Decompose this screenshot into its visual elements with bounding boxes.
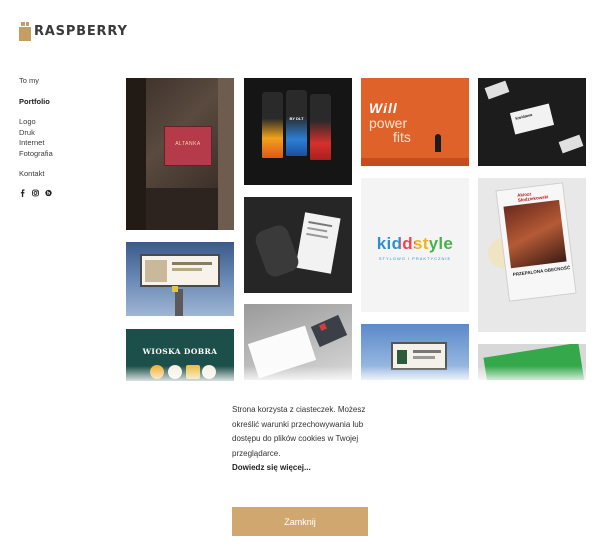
portfolio-tile-power-fits[interactable]: Will power fits [361, 78, 469, 166]
kiddstyle-tagline: STYLOWO I PRAKTYCZNIE [378, 256, 452, 261]
wioska-dobra-title: WIOSKA DOBRA [142, 347, 218, 356]
cookie-message: Strona korzysta z ciasteczek. Możesz okr… [232, 405, 366, 458]
shop-sign-text: ALTANKA [175, 141, 201, 147]
letterhead-card [295, 212, 341, 274]
nav-item-druk[interactable]: Druk [19, 128, 109, 139]
nav-item-fotografia[interactable]: Fotografia [19, 149, 109, 160]
nav-item-logo[interactable]: Logo [19, 117, 109, 128]
behance-icon[interactable]: b [45, 189, 52, 197]
power-fits-line-2: fits [393, 129, 411, 145]
power-fits-text: power fits [369, 116, 411, 144]
sidebar-nav: To my Portfolio Logo Druk Internet Fotog… [19, 76, 109, 197]
facebook-icon[interactable] [19, 188, 26, 197]
business-card-text: Kwidawa [514, 111, 533, 121]
portfolio-tile-stationery[interactable] [244, 197, 352, 293]
brand-name: RASPBERRY [34, 24, 128, 39]
kiddstyle-logo-text: kiddstyle [376, 234, 454, 253]
portfolio-tile-book-cover[interactable]: Akiozz Słodziekowski PRZEPALONA OBECNOŚĆ [478, 178, 586, 332]
coffee-bag: BY DLT [286, 90, 307, 156]
cookie-more-link[interactable]: Dowiedz się więcej... [232, 461, 382, 476]
brand-logo[interactable]: RASPBERRY [19, 22, 128, 41]
nav-item-internet[interactable]: Internet [19, 138, 109, 149]
portfolio-tile-billboard[interactable] [126, 242, 234, 316]
kiddstyle-logo: kiddstyle [361, 234, 469, 254]
book-cover: Akiozz Słodziekowski PRZEPALONA OBECNOŚĆ [495, 182, 577, 302]
portfolio-tile-kiddstyle[interactable]: kiddstyle STYLOWO I PRAKTYCZNIE [361, 178, 469, 312]
coffee-bag [310, 94, 331, 160]
cookie-close-button[interactable]: Zamknij [232, 507, 368, 536]
cookie-notice: Strona korzysta z ciasteczek. Możesz okr… [232, 403, 382, 476]
shop-sign: ALTANKA [164, 126, 212, 166]
billboard-panel [140, 254, 220, 287]
portfolio-tile-business-cards-dark[interactable]: Kwidawa [478, 78, 586, 166]
business-card: Kwidawa [509, 103, 555, 135]
nav-item-portfolio[interactable]: Portfolio [19, 97, 109, 108]
portfolio-tile-building-sign[interactable]: ALTANKA [126, 78, 234, 230]
portfolio-tile-coffee-bags[interactable]: BY DLT [244, 78, 352, 185]
instagram-icon[interactable] [32, 189, 39, 197]
coffee-bag-label: BY DLT [289, 116, 304, 121]
walking-person [435, 134, 441, 152]
nav-item-to-my[interactable]: To my [19, 76, 109, 87]
raspberry-logo-icon [19, 22, 31, 41]
power-fits-brand: Will [369, 100, 398, 116]
nav-item-kontakt[interactable]: Kontakt [19, 169, 109, 180]
svg-text:b: b [47, 190, 50, 196]
social-links: b [19, 188, 109, 197]
coffee-bag [262, 92, 283, 158]
